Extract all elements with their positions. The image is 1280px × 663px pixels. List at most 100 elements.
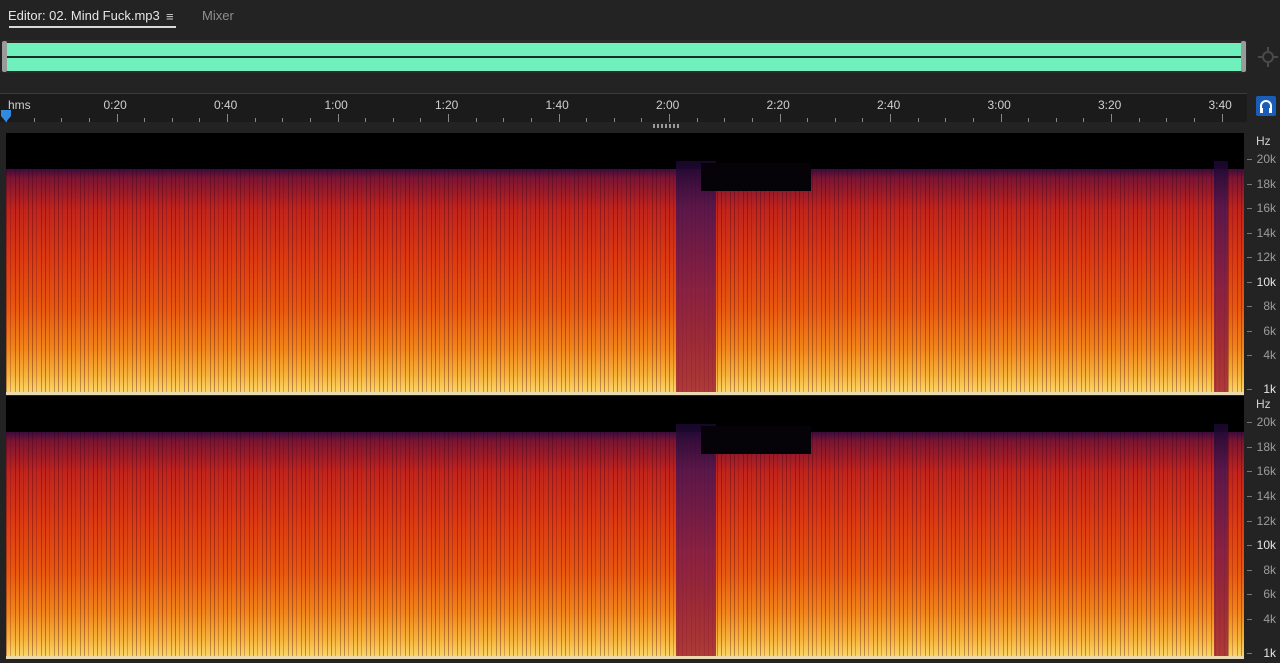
overview-left-handle[interactable] [2,41,7,72]
frequency-tick [1247,330,1252,332]
ruler-time-label: 3:40 [1208,98,1232,112]
ruler-tick [254,118,256,122]
frequency-tick [1247,281,1252,283]
channel-divider [6,392,1244,395]
ruler-tick [475,118,477,122]
ruler-tick [530,118,532,122]
overview-right-handle[interactable] [1241,41,1246,72]
frequency-label: 8k [1263,299,1276,313]
ruler-tick [392,118,394,122]
ruler-tick [696,118,698,122]
ruler-tick [1111,114,1112,122]
ruler-tick [1055,118,1057,122]
frequency-label: 14k [1256,225,1276,240]
frequency-label: 6k [1263,587,1276,602]
frequency-label: 12k [1256,513,1276,528]
frequency-tick [1247,232,1252,234]
frequency-tick [1247,389,1252,390]
frequency-label: 18k [1256,176,1276,191]
frequency-label: 4k [1263,348,1276,362]
frequency-tick [1247,569,1252,571]
ruler-tick [834,118,836,122]
ruler-tick [890,114,891,122]
ruler-tick [613,118,615,122]
ruler-tick [1166,118,1168,122]
ruler-time-label: 0:40 [214,98,238,112]
ruler-tick [558,114,560,122]
frequency-unit-label: Hz [1256,134,1271,148]
editor-tab[interactable]: Editor: 02. Mind Fuck.mp3 [8,8,160,23]
frequency-unit-label: Hz [1256,397,1271,411]
ruler-time-label: 1:20 [435,98,459,112]
ruler-tick [807,118,809,122]
frequency-label: 8k [1263,562,1276,577]
frequency-label: 6k [1263,323,1276,338]
ruler-tick [1221,114,1223,122]
frequency-label: 4k [1263,612,1276,626]
frequency-tick [1247,257,1252,258]
frequency-tick [1247,422,1252,423]
ruler-tick [1083,118,1085,122]
ruler-tick [171,118,173,122]
ruler-tick [1193,118,1195,122]
active-tab-indicator [9,26,176,28]
ruler-tick [724,118,726,122]
spectrogram-right [6,424,1244,657]
frequency-tick [1247,495,1252,497]
ruler-tick [945,118,947,122]
playhead-marker-icon[interactable] [1,110,11,122]
ruler-tick [88,118,90,122]
time-ruler[interactable]: hms 0:20 0:40 1:00 1:20 1:40 2:00 2:20 2:40 3:00… [0,93,1247,122]
frequency-tick [1247,545,1252,547]
frequency-tick [1247,183,1252,185]
frequency-tick [1247,355,1252,356]
frequency-label: 10k [1256,274,1276,289]
panel-resize-grip[interactable] [653,124,681,128]
ruler-tick [586,118,588,122]
ruler-tick [227,114,228,122]
frequency-tick [1247,653,1252,654]
ruler-time-label: 3:00 [987,98,1011,112]
ruler-time-label: 1:00 [324,98,348,112]
ruler-tick [448,114,449,122]
frequency-tick [1247,471,1252,473]
ruler-tick [1000,114,1002,122]
tab-menu-icon[interactable]: ≡ [166,9,174,24]
frequency-label: 20k [1256,415,1276,429]
frequency-label: 10k [1256,538,1276,553]
ruler-tick [641,118,643,122]
ruler-tick [282,118,284,122]
ruler-tick [1028,118,1030,122]
frequency-tick [1247,619,1252,620]
frequency-tick [1247,208,1252,209]
ruler-tick [972,118,974,122]
ruler-tick [309,118,311,122]
ruler-tick [144,118,146,122]
channel-bottom-edge [6,656,1244,659]
frequency-label: 12k [1256,250,1276,264]
ruler-tick [862,118,864,122]
headphones-icon[interactable] [1256,96,1276,116]
spectral-display-left-channel[interactable] [6,133,1244,393]
ruler-time-label: 3:20 [1098,98,1122,112]
frequency-label: 20k [1256,152,1276,166]
ruler-tick [751,118,753,122]
ruler-unit-label: hms [8,98,31,112]
overview-centerline [7,56,1241,58]
ruler-time-label: 2:40 [877,98,901,112]
ruler-tick [365,118,367,122]
spectral-display-right-channel[interactable] [6,396,1244,657]
ruler-tick [420,118,422,122]
frequency-tick [1247,306,1252,307]
ruler-time-label: 2:00 [656,98,680,112]
ruler-tick [33,118,35,122]
ruler-tick [669,114,670,122]
frequency-label: 16k [1256,201,1276,215]
ruler-tick [1138,118,1140,122]
mixer-tab[interactable]: Mixer [202,8,234,23]
ruler-tick [779,114,781,122]
ruler-time-label: 1:40 [545,98,569,112]
zoom-navigator-icon[interactable] [1257,46,1279,68]
ruler-tick [199,118,201,122]
ruler-tick [116,114,118,122]
